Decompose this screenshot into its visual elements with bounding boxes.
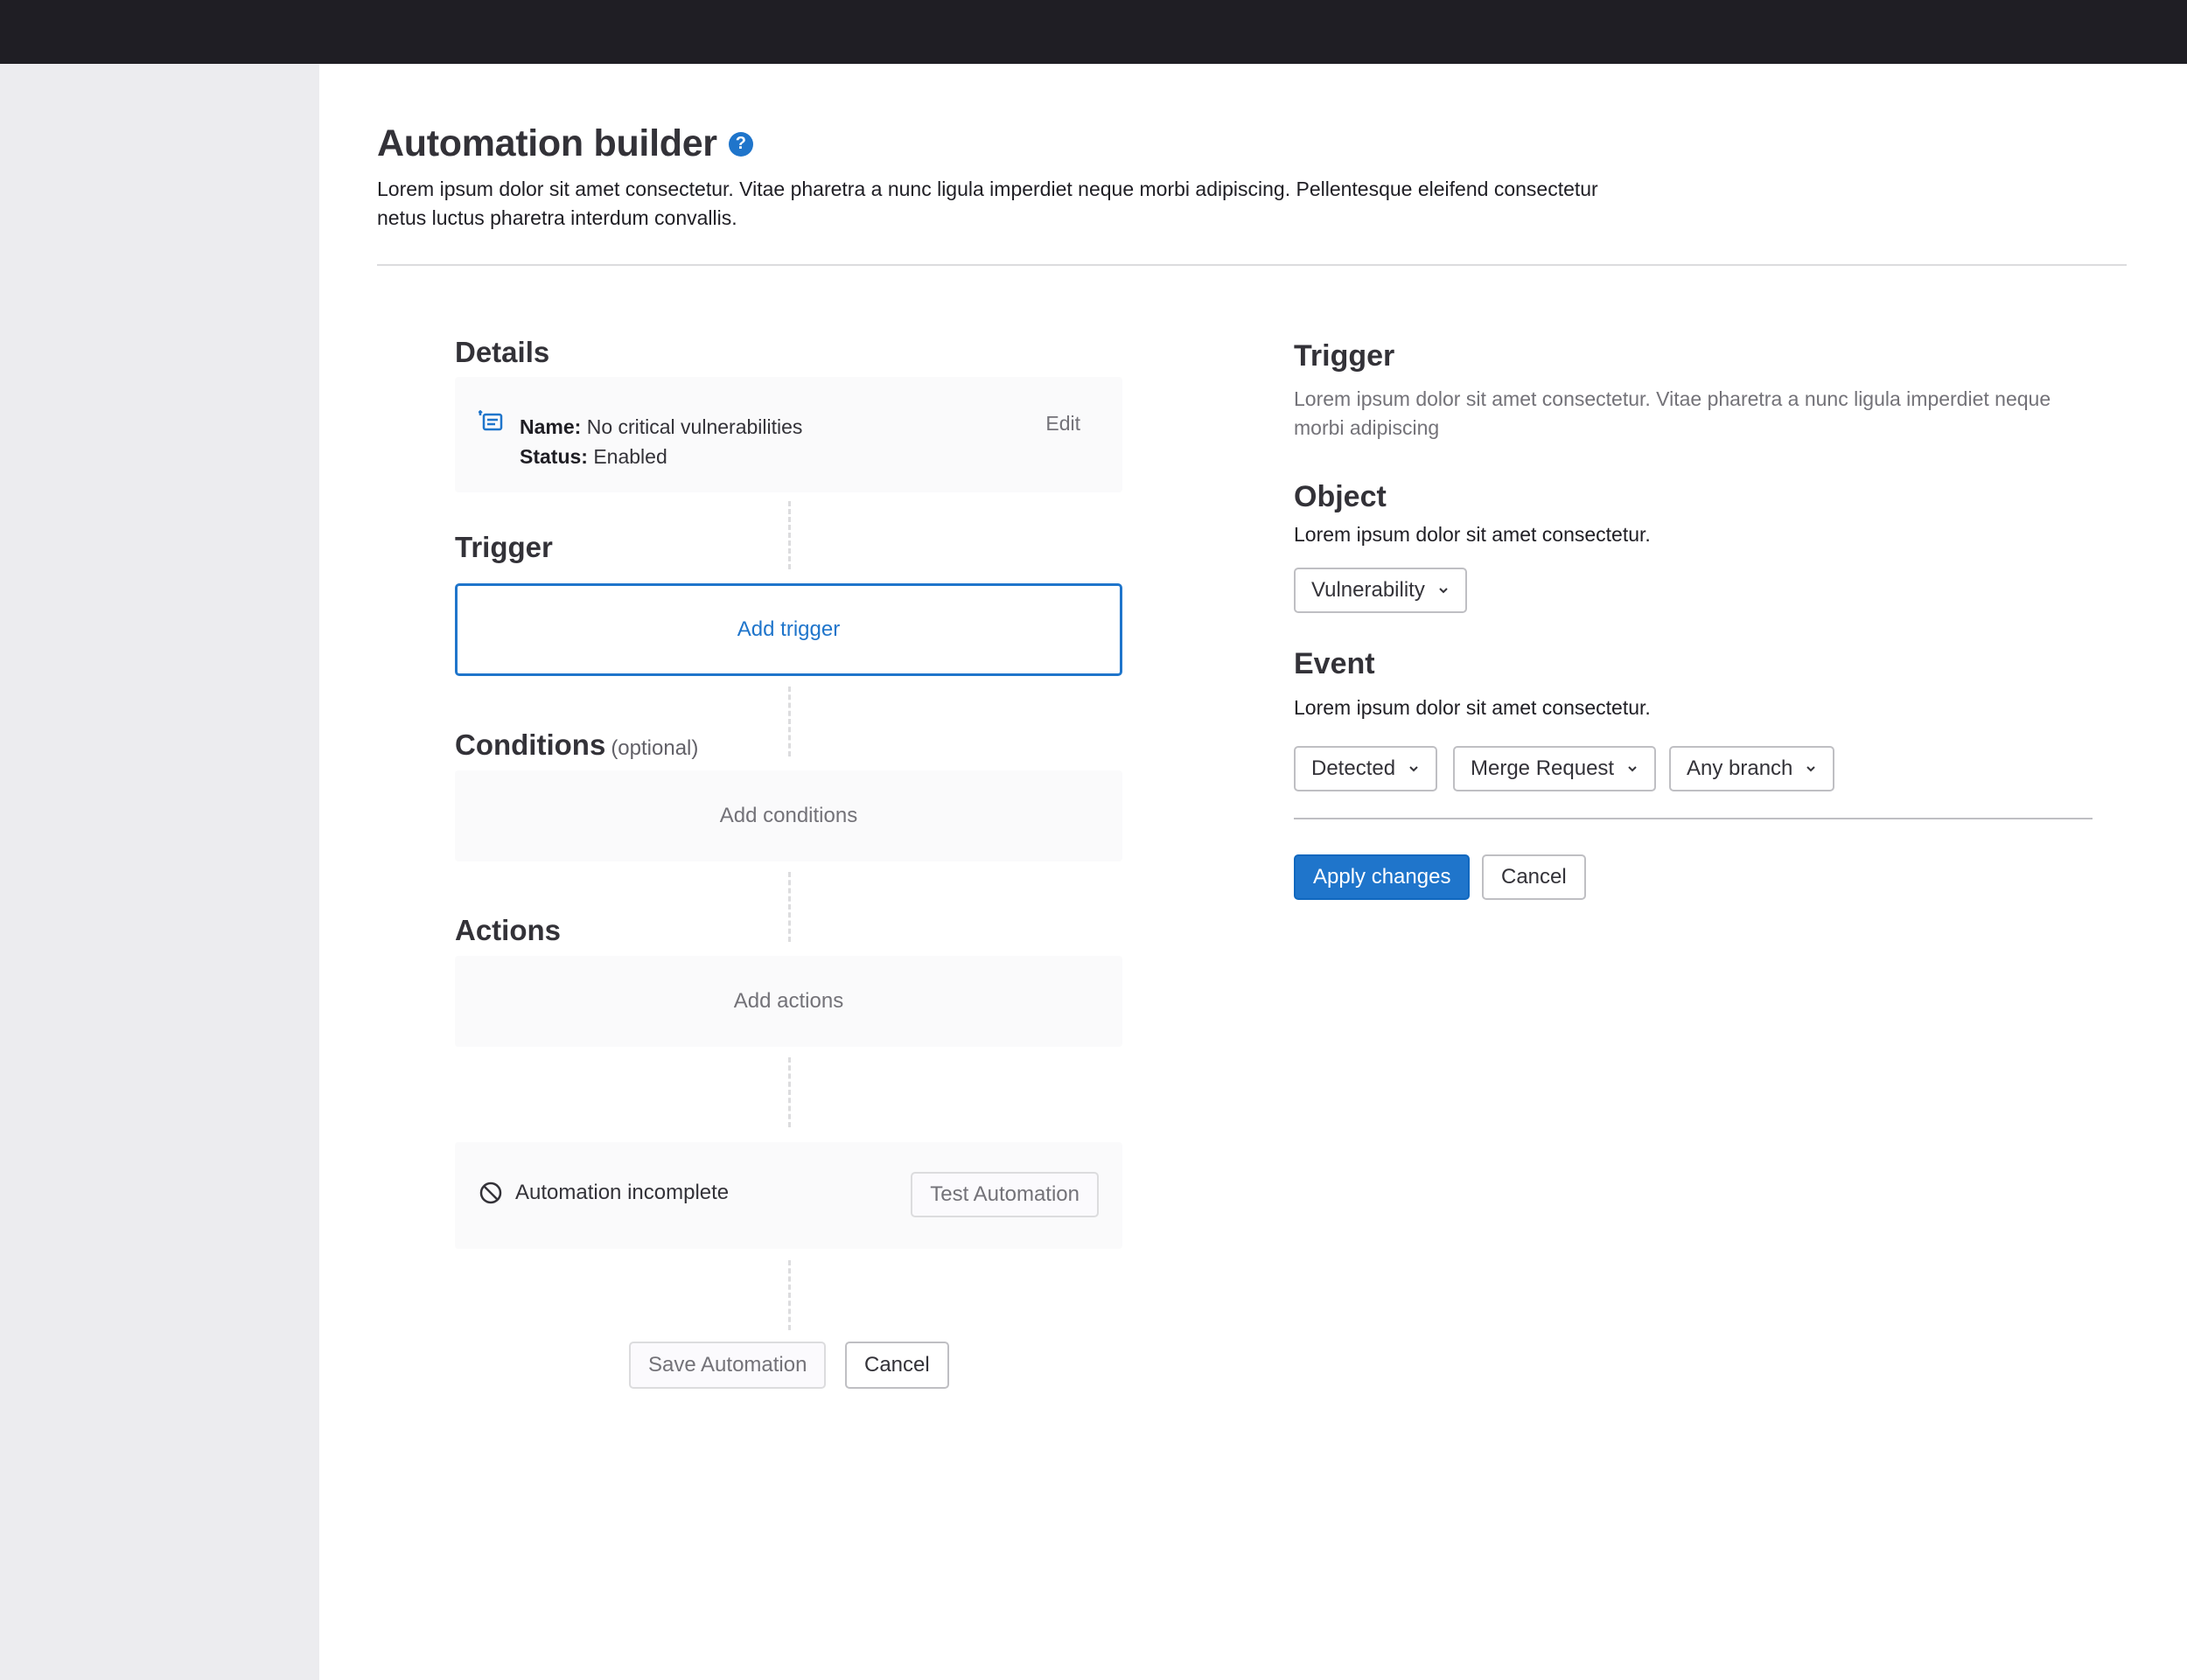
event-type-select[interactable]: Detected [1294,746,1438,791]
object-heading: Object [1294,480,1387,513]
event-description: Lorem ipsum dolor sit amet consectetur. [1294,696,1651,719]
flow-connector [788,687,791,756]
conditions-heading-label: Conditions [455,728,606,761]
event-branch-select[interactable]: Any branch [1669,746,1835,791]
details-status-value: Enabled [593,445,667,468]
details-name-label: Name: [520,415,582,438]
list-task-icon [479,410,503,431]
panel-cancel-button[interactable]: Cancel [1482,854,1586,900]
header-divider [377,264,2127,266]
event-branch-value: Any branch [1687,756,1793,780]
optional-label: (optional) [611,736,699,760]
object-select[interactable]: Vulnerability [1294,568,1467,613]
details-status-label: Status: [520,445,588,468]
event-source-value: Merge Request [1471,756,1615,780]
conditions-heading: Conditions (optional) [455,728,698,762]
save-automation-button[interactable]: Save Automation [629,1342,827,1389]
flow-connector [788,501,791,569]
details-heading: Details [455,336,550,368]
details-summary: Name: No critical vulnerabilities Status… [520,412,802,471]
chevron-down-icon [1806,766,1816,772]
panel-trigger-description: Lorem ipsum dolor sit amet consectetur. … [1294,387,2051,439]
automation-status-text: Automation incomplete [515,1181,730,1204]
chevron-down-icon [1439,588,1448,594]
add-conditions-button[interactable]: Add conditions [455,770,1122,861]
add-trigger-button[interactable]: Add trigger [455,583,1122,676]
question-circle-icon[interactable]: ? [728,131,753,157]
details-name-value: No critical vulnerabilities [586,415,803,438]
test-automation-button[interactable]: Test Automation [911,1172,1099,1217]
details-name-row: Name: No critical vulnerabilities [520,412,802,442]
page-description: Lorem ipsum dolor sit amet consectetur. … [377,178,1598,229]
trigger-heading: Trigger [455,531,553,563]
flow-connector [788,1260,791,1330]
event-source-select[interactable]: Merge Request [1453,746,1657,791]
main-content: Automation builder ? Lorem ipsum dolor s… [319,64,2187,1680]
apply-changes-button[interactable]: Apply changes [1294,854,1471,900]
chevron-down-icon [1409,766,1418,772]
panel-trigger-heading: Trigger [1294,339,1395,373]
page-header: Automation builder ? [377,122,753,165]
cancel-circle-icon [479,1182,502,1204]
edit-details-button[interactable]: Edit [1045,412,1080,436]
cancel-automation-button[interactable]: Cancel [845,1342,949,1389]
sidebar [0,64,319,1680]
automation-status-card: Automation incomplete Test Automation [455,1142,1122,1249]
actions-heading: Actions [455,914,562,946]
page-title: Automation builder [377,122,717,164]
add-actions-button[interactable]: Add actions [455,956,1122,1047]
top-navigation-bar [0,0,2187,64]
panel-divider [1294,818,2093,819]
details-status-row: Status: Enabled [520,442,802,471]
flow-connector [788,1057,791,1127]
object-description: Lorem ipsum dolor sit amet consectetur. [1294,523,1651,546]
flow-connector [788,872,791,942]
object-select-value: Vulnerability [1311,578,1425,602]
automation-status: Automation incomplete [479,1181,729,1205]
event-heading: Event [1294,647,1375,680]
event-type-value: Detected [1311,756,1396,780]
details-card: Name: No critical vulnerabilities Status… [455,377,1122,492]
chevron-down-icon [1628,766,1637,772]
